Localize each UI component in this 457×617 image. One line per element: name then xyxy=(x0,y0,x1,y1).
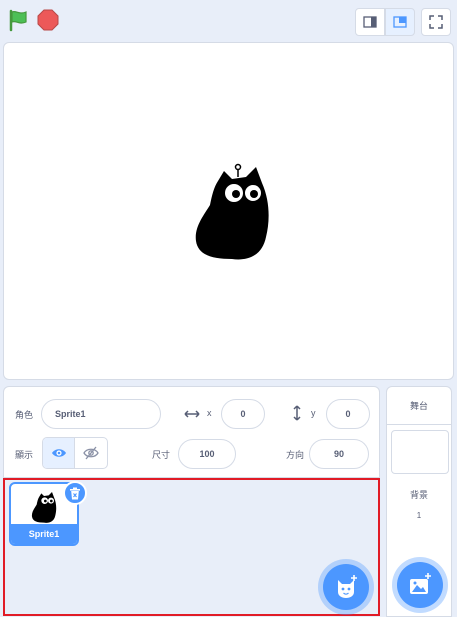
show-label: 顯示 xyxy=(15,450,34,460)
stop-icon xyxy=(37,9,59,31)
horizontal-arrow-icon xyxy=(184,410,200,418)
visibility-toggle xyxy=(42,437,108,469)
sprite-tile-label: Sprite1 xyxy=(11,524,77,544)
small-stage-icon xyxy=(363,16,377,28)
stage-panel-title: 舞台 xyxy=(387,387,451,425)
fullscreen-icon xyxy=(429,15,443,29)
trash-icon xyxy=(70,487,80,499)
large-stage-icon xyxy=(393,16,407,28)
backdrop-label: 背景 xyxy=(409,490,428,500)
x-position-input[interactable]: 0 xyxy=(221,399,265,429)
direction-input[interactable]: 90 xyxy=(309,439,369,469)
eye-icon xyxy=(51,449,66,457)
choose-backdrop-button[interactable] xyxy=(397,562,443,608)
sprite-on-stage[interactable] xyxy=(190,161,274,263)
stage-header xyxy=(0,0,457,42)
direction-label: 方向 xyxy=(286,450,305,460)
large-stage-button[interactable] xyxy=(385,8,415,36)
choose-sprite-button[interactable] xyxy=(323,564,369,610)
green-flag-button[interactable] xyxy=(7,8,31,32)
add-sprite-icon xyxy=(338,575,357,598)
backdrop-count: 1 xyxy=(416,511,422,520)
stage-thumbnail[interactable] xyxy=(391,430,449,474)
y-position-input[interactable]: 0 xyxy=(326,399,370,429)
y-label: y xyxy=(311,408,316,418)
fullscreen-button[interactable] xyxy=(421,8,451,36)
stage-canvas[interactable] xyxy=(3,42,454,380)
sprite-info-panel: 角色 Sprite1 x 0 y 0 顯示 尺寸 100 方向 90 xyxy=(3,386,380,478)
eye-crossed-icon xyxy=(83,446,99,460)
size-label: 尺寸 xyxy=(152,450,171,460)
small-stage-button[interactable] xyxy=(355,8,385,36)
delete-sprite-button[interactable] xyxy=(63,481,87,505)
vertical-arrow-icon xyxy=(293,405,301,421)
green-flag-icon xyxy=(9,9,27,32)
sprite-list-pane: Sprite1 xyxy=(3,478,380,616)
stop-button[interactable] xyxy=(36,8,60,32)
size-input[interactable]: 100 xyxy=(178,439,236,469)
sprite-name-input[interactable]: Sprite1 xyxy=(41,399,161,429)
hide-button[interactable] xyxy=(75,438,107,468)
add-backdrop-icon xyxy=(410,573,431,594)
x-label: x xyxy=(207,408,212,418)
sprite-thumbnail xyxy=(31,492,57,523)
show-button[interactable] xyxy=(43,438,76,468)
sprite-name-label: 角色 xyxy=(15,410,34,420)
